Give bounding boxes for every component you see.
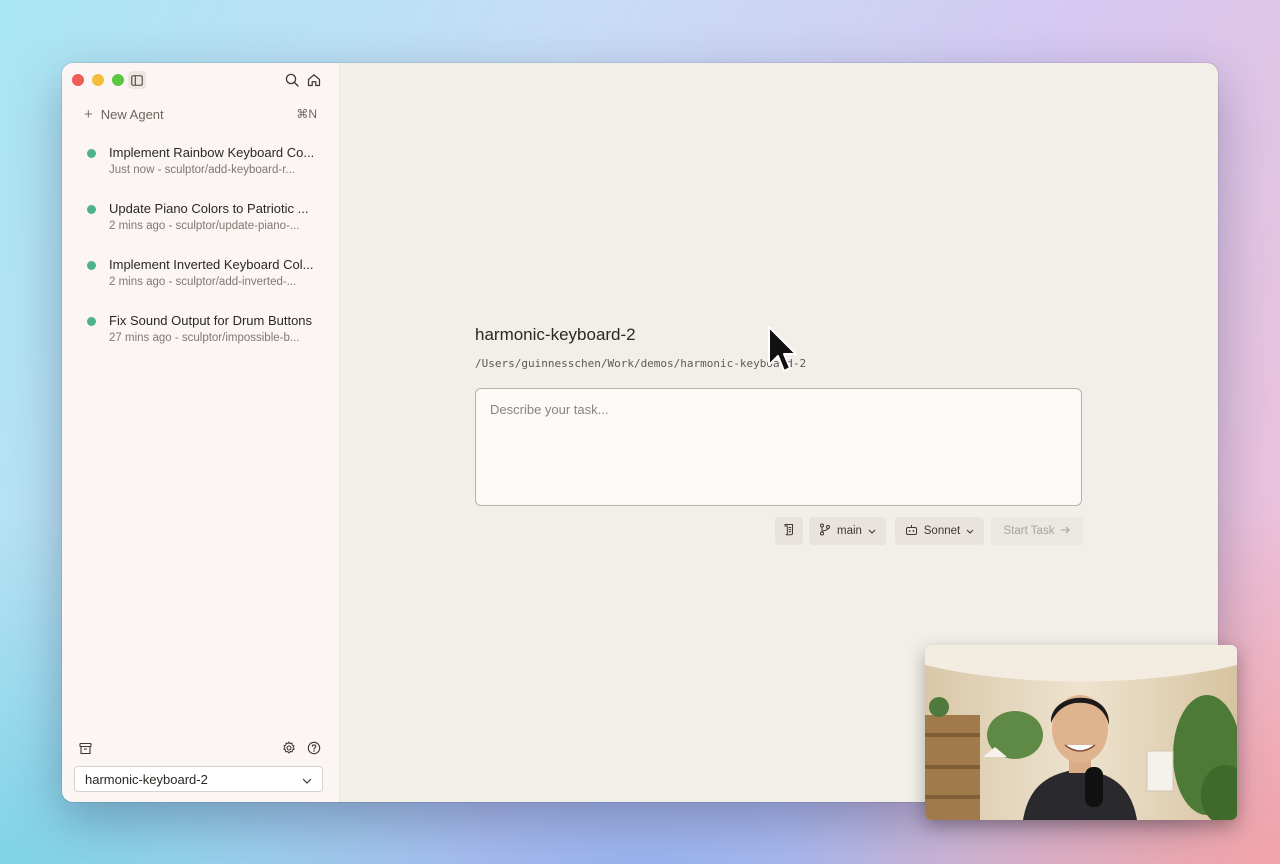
task-input-container xyxy=(475,388,1082,506)
agent-list: Implement Rainbow Keyboard Co... Just no… xyxy=(62,143,339,367)
gear-icon[interactable] xyxy=(281,740,297,756)
mouse-cursor-icon xyxy=(768,326,798,383)
agent-title: Update Piano Colors to Patriotic ... xyxy=(109,201,309,216)
sidebar-toggle-icon[interactable] xyxy=(128,71,146,89)
new-agent-button[interactable]: + New Agent ⌘N xyxy=(84,104,317,124)
chevron-down-icon xyxy=(302,772,312,787)
minimize-window-button[interactable] xyxy=(92,74,104,86)
arrow-right-icon xyxy=(1060,525,1071,537)
start-task-button[interactable]: Start Task xyxy=(991,517,1083,545)
agent-title: Implement Rainbow Keyboard Co... xyxy=(109,145,315,160)
help-icon[interactable] xyxy=(306,740,322,756)
status-dot xyxy=(87,261,96,270)
new-agent-shortcut: ⌘N xyxy=(296,107,317,121)
branch-label: main xyxy=(837,525,862,537)
project-title: harmonic-keyboard-2 xyxy=(475,325,636,344)
window-controls xyxy=(72,74,124,86)
status-dot xyxy=(87,149,96,158)
agent-item[interactable]: Fix Sound Output for Drum Buttons 27 min… xyxy=(62,311,339,367)
branch-selector[interactable]: main xyxy=(809,517,886,545)
chevron-down-icon xyxy=(966,525,974,537)
agent-subtitle: Just now - sculptor/add-keyboard-r... xyxy=(109,164,295,176)
maximize-window-button[interactable] xyxy=(112,74,124,86)
git-branch-icon xyxy=(819,523,831,539)
status-dot xyxy=(87,317,96,326)
project-path: /Users/guinnesschen/Work/demos/harmonic-… xyxy=(475,357,807,370)
model-selector[interactable]: Sonnet xyxy=(895,517,984,545)
sidebar: + New Agent ⌘N Implement Rainbow Keyboar… xyxy=(62,63,340,802)
webcam-overlay xyxy=(925,645,1237,820)
agent-title: Implement Inverted Keyboard Col... xyxy=(109,257,314,272)
robot-icon xyxy=(905,524,918,539)
new-agent-label: New Agent xyxy=(100,106,164,122)
close-window-button[interactable] xyxy=(72,74,84,86)
agent-item[interactable]: Update Piano Colors to Patriotic ... 2 m… xyxy=(62,199,339,255)
agent-subtitle: 2 mins ago - sculptor/update-piano-... xyxy=(109,220,300,232)
model-label: Sonnet xyxy=(923,525,961,537)
archive-icon[interactable] xyxy=(77,740,93,756)
agent-subtitle: 27 mins ago - sculptor/impossible-b... xyxy=(109,332,300,344)
agent-item[interactable]: Implement Inverted Keyboard Col... 2 min… xyxy=(62,255,339,311)
home-icon[interactable] xyxy=(306,72,322,88)
agent-item[interactable]: Implement Rainbow Keyboard Co... Just no… xyxy=(62,143,339,199)
plus-icon: + xyxy=(84,105,93,123)
agent-subtitle: 2 mins ago - sculptor/add-inverted-... xyxy=(109,276,297,288)
repo-selector[interactable]: harmonic-keyboard-2 xyxy=(74,766,323,792)
start-task-label: Start Task xyxy=(1003,525,1055,537)
scroll-icon xyxy=(783,523,795,539)
search-icon[interactable] xyxy=(284,72,300,88)
agent-title: Fix Sound Output for Drum Buttons xyxy=(109,313,313,328)
prompt-template-button[interactable] xyxy=(775,517,803,545)
repo-selector-value: harmonic-keyboard-2 xyxy=(85,771,208,787)
task-input[interactable] xyxy=(476,389,1081,505)
status-dot xyxy=(87,205,96,214)
chevron-down-icon xyxy=(868,525,876,537)
